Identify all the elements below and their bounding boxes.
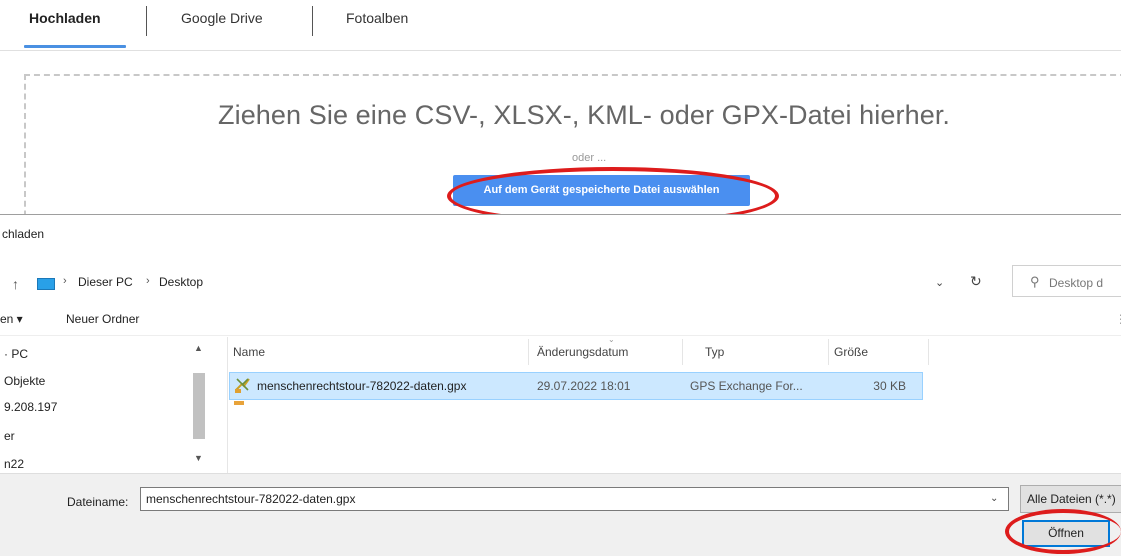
scrollbar-thumb[interactable] (193, 373, 205, 439)
column-separator (528, 339, 529, 365)
column-header-size[interactable]: Größe (834, 345, 868, 359)
column-separator (828, 339, 829, 365)
column-header-date[interactable]: Änderungsdatum (537, 345, 628, 359)
dialog-footer (0, 473, 1121, 556)
file-name: menschenrechtstour-782022-daten.gpx (257, 379, 467, 393)
computer-icon (37, 278, 55, 290)
column-separator (928, 339, 929, 365)
column-separator (682, 339, 683, 365)
tab-divider (312, 6, 313, 36)
file-type: GPS Exchange For... (690, 379, 803, 393)
drop-zone-or-text: oder ... (572, 152, 607, 164)
filename-label: Dateiname: (67, 495, 129, 509)
file-date: 29.07.2022 18:01 (537, 379, 631, 393)
active-tab-indicator (24, 45, 126, 48)
upload-tab-bar: Hochladen Google Drive Fotoalben (0, 0, 1121, 51)
breadcrumb-dieser-pc[interactable]: Dieser PC (78, 275, 133, 289)
tab-fotoalben[interactable]: Fotoalben (346, 10, 408, 26)
nav-item[interactable]: er (4, 429, 15, 443)
nav-item[interactable]: · PC (4, 347, 28, 361)
up-arrow-icon[interactable]: ↑ (12, 276, 19, 292)
nav-item[interactable]: n22 (4, 457, 24, 471)
red-highlight-ellipse (1005, 509, 1121, 554)
tab-hochladen[interactable]: Hochladen (29, 10, 101, 26)
scroll-up-icon[interactable]: ▲ (194, 343, 203, 353)
nav-item[interactable]: Objekte (4, 374, 45, 388)
organize-menu[interactable]: en ▾ (0, 312, 23, 326)
toolbar-divider (0, 335, 1121, 336)
view-options-icon[interactable]: ⋮ (1115, 312, 1121, 326)
drop-zone-title: Ziehen Sie eine CSV-, XLSX-, KML- oder G… (218, 100, 951, 130)
file-size: 30 KB (873, 379, 906, 393)
filename-input[interactable]: menschenrechtstour-782022-daten.gpx (140, 487, 1009, 511)
breadcrumb-desktop[interactable]: Desktop (159, 275, 203, 289)
column-header-type[interactable]: Typ (705, 345, 724, 359)
tab-google-drive[interactable]: Google Drive (181, 10, 263, 26)
column-header-name[interactable]: Name (233, 345, 265, 359)
pane-divider (227, 337, 228, 473)
dialog-title: chladen (2, 227, 45, 241)
chevron-right-icon: › (63, 275, 67, 287)
chevron-right-icon: › (146, 275, 150, 287)
new-folder-button[interactable]: Neuer Ordner (66, 312, 139, 326)
refresh-icon[interactable]: ↻ (970, 273, 982, 290)
nav-scrollbar[interactable]: ▲ ▼ (190, 337, 207, 473)
navigation-pane: · PC Objekte 9.208.197 er n22 (0, 337, 218, 473)
file-open-dialog: chladen ↑ › Dieser PC › Desktop ⌄ ↻ ⚲ De… (0, 214, 1121, 556)
search-icon: ⚲ (1030, 274, 1040, 289)
sort-caret-icon: ⌄ (608, 335, 615, 344)
partial-file-icon (234, 401, 244, 405)
chevron-down-icon[interactable]: ⌄ (935, 276, 944, 289)
nav-item[interactable]: 9.208.197 (4, 400, 57, 414)
search-placeholder: Desktop d (1049, 276, 1104, 290)
gpx-file-icon (235, 378, 250, 393)
scroll-down-icon[interactable]: ▼ (194, 453, 203, 463)
tab-divider (146, 6, 147, 36)
chevron-down-icon[interactable]: ⌄ (990, 493, 998, 504)
